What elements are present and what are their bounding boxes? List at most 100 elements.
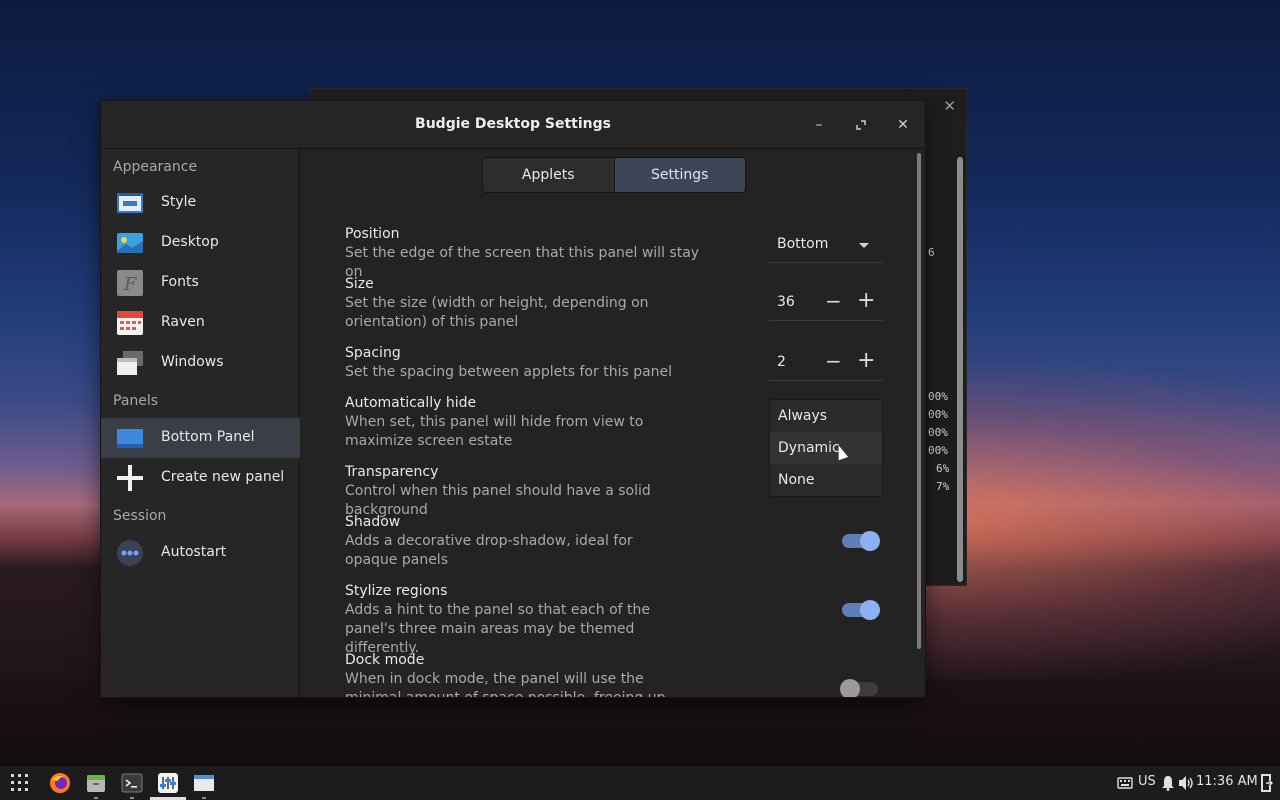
tab-switcher: Applets Settings bbox=[482, 157, 746, 193]
setting-title: Position bbox=[345, 226, 400, 242]
sidebar-item-create-new-panel[interactable]: Create new panel bbox=[101, 458, 300, 498]
sidebar-item-desktop[interactable]: Desktop bbox=[101, 223, 300, 263]
close-icon: ✕ bbox=[897, 117, 909, 133]
sidebar-item-label: Autostart bbox=[161, 544, 227, 560]
section-heading-appearance: Appearance bbox=[113, 159, 198, 175]
window-title: Budgie Desktop Settings bbox=[415, 116, 611, 132]
notification-bell-icon[interactable] bbox=[1161, 775, 1175, 791]
position-value: Bottom bbox=[777, 236, 829, 252]
section-heading-session: Session bbox=[113, 508, 167, 524]
sidebar-item-raven[interactable]: Raven bbox=[101, 303, 300, 343]
sidebar-item-label: Bottom Panel bbox=[161, 429, 255, 445]
plus-icon[interactable]: + bbox=[857, 288, 875, 313]
close-button[interactable]: ✕ bbox=[891, 113, 915, 137]
keyboard-layout[interactable]: US bbox=[1138, 774, 1156, 789]
monitor-value: 00% bbox=[928, 390, 948, 403]
style-icon bbox=[117, 193, 143, 213]
calendar-icon bbox=[117, 311, 143, 335]
setting-description: When in dock mode, the panel will use th… bbox=[345, 671, 666, 698]
terminal-icon[interactable] bbox=[121, 772, 143, 794]
setting-description: When set, this panel will hide from view… bbox=[345, 414, 644, 449]
budgie-settings-icon[interactable] bbox=[157, 772, 179, 794]
monitor-value: 7% bbox=[936, 480, 950, 493]
size-spin-button[interactable]: 36 − + bbox=[769, 285, 883, 321]
switch-knob bbox=[840, 679, 860, 697]
panel-icon bbox=[117, 429, 143, 448]
monitor-value: 6 bbox=[928, 246, 935, 259]
clock[interactable]: 11:36 AM bbox=[1196, 774, 1258, 789]
setting-title: Spacing bbox=[345, 345, 401, 361]
minus-icon[interactable]: − bbox=[825, 289, 842, 313]
setting-title: Shadow bbox=[345, 514, 401, 530]
spacing-spin-button[interactable]: 2 − + bbox=[769, 345, 883, 381]
setting-description: Control when this panel should have a so… bbox=[345, 483, 651, 518]
settings-window: Budgie Desktop Settings – ✕ Appearance S… bbox=[100, 100, 926, 698]
setting-title: Automatically hide bbox=[345, 395, 477, 411]
sidebar-item-windows[interactable]: Windows bbox=[101, 343, 300, 383]
sidebar-item-autostart[interactable]: Autostart bbox=[101, 533, 300, 573]
sidebar-item-style[interactable]: Style bbox=[101, 183, 300, 223]
setting-title: Transparency bbox=[345, 464, 439, 480]
setting-description: Adds a hint to the panel so that each of… bbox=[345, 602, 650, 656]
desktop-icon bbox=[117, 233, 143, 253]
sidebar-item-label: Create new panel bbox=[161, 469, 285, 485]
taskbar: US 11:36 AM bbox=[0, 765, 1280, 800]
scrollbar[interactable] bbox=[957, 157, 963, 582]
dropdown-option-always[interactable]: Always bbox=[770, 400, 882, 432]
running-indicator bbox=[130, 797, 134, 799]
close-icon[interactable]: ✕ bbox=[943, 97, 956, 115]
power-icon[interactable] bbox=[1259, 774, 1273, 792]
tab-settings[interactable]: Settings bbox=[613, 158, 745, 192]
shadow-switch[interactable] bbox=[842, 531, 880, 551]
plus-icon bbox=[117, 465, 143, 491]
setting-description: Set the spacing between applets for this… bbox=[345, 364, 673, 380]
sidebar-item-label: Desktop bbox=[161, 234, 219, 250]
size-value[interactable]: 36 bbox=[777, 294, 795, 310]
maximize-button[interactable] bbox=[849, 113, 873, 137]
plus-icon[interactable]: + bbox=[857, 348, 875, 373]
sidebar-item-label: Windows bbox=[161, 354, 224, 370]
setting-title: Stylize regions bbox=[345, 583, 448, 599]
sidebar-item-bottom-panel[interactable]: Bottom Panel bbox=[101, 418, 300, 458]
sidebar-item-fonts[interactable]: F Fonts bbox=[101, 263, 300, 303]
setting-description: Set the size (width or height, depending… bbox=[345, 295, 649, 330]
chevron-down-icon bbox=[859, 243, 869, 248]
window-icon[interactable] bbox=[193, 772, 215, 794]
minimize-icon: – bbox=[815, 117, 823, 133]
maximize-icon bbox=[856, 120, 866, 130]
sidebar: Appearance Style Desktop F Fonts Raven W… bbox=[101, 149, 300, 697]
autohide-dropdown-menu: Always Dynamic None bbox=[769, 399, 883, 497]
running-indicator bbox=[202, 797, 206, 799]
title-bar[interactable]: Budgie Desktop Settings – ✕ bbox=[101, 101, 925, 149]
windows-icon bbox=[117, 351, 143, 375]
position-combo[interactable]: Bottom bbox=[769, 227, 883, 263]
setting-description: Set the edge of the screen that this pan… bbox=[345, 245, 700, 280]
autostart-icon bbox=[117, 540, 143, 566]
sidebar-item-label: Raven bbox=[161, 314, 205, 330]
switch-knob bbox=[860, 531, 880, 551]
dropdown-option-none[interactable]: None bbox=[770, 464, 882, 496]
settings-content: Applets Settings Position Set the edge o… bbox=[301, 149, 925, 697]
setting-title: Size bbox=[345, 276, 374, 292]
stylize-regions-switch[interactable] bbox=[842, 600, 880, 620]
volume-icon[interactable] bbox=[1178, 775, 1195, 791]
minimize-button[interactable]: – bbox=[807, 113, 831, 137]
sidebar-item-label: Style bbox=[161, 194, 197, 210]
minus-icon[interactable]: − bbox=[825, 349, 842, 373]
fonts-icon: F bbox=[117, 270, 143, 296]
setting-description: Adds a decorative drop-shadow, ideal for… bbox=[345, 533, 633, 568]
dropdown-option-dynamic[interactable]: Dynamic bbox=[770, 432, 882, 464]
monitor-value: 00% bbox=[928, 444, 948, 457]
files-icon[interactable] bbox=[85, 772, 107, 794]
monitor-value: 00% bbox=[928, 426, 948, 439]
spacing-value[interactable]: 2 bbox=[777, 354, 786, 370]
section-heading-panels: Panels bbox=[113, 393, 159, 409]
dock-mode-switch[interactable] bbox=[840, 679, 878, 697]
keyboard-icon[interactable] bbox=[1117, 775, 1133, 791]
monitor-value: 6% bbox=[936, 462, 950, 475]
app-grid-icon[interactable] bbox=[9, 772, 31, 794]
switch-knob bbox=[860, 600, 880, 620]
firefox-icon[interactable] bbox=[49, 772, 71, 794]
content-scrollbar[interactable] bbox=[917, 153, 921, 649]
tab-applets[interactable]: Applets bbox=[483, 158, 614, 192]
